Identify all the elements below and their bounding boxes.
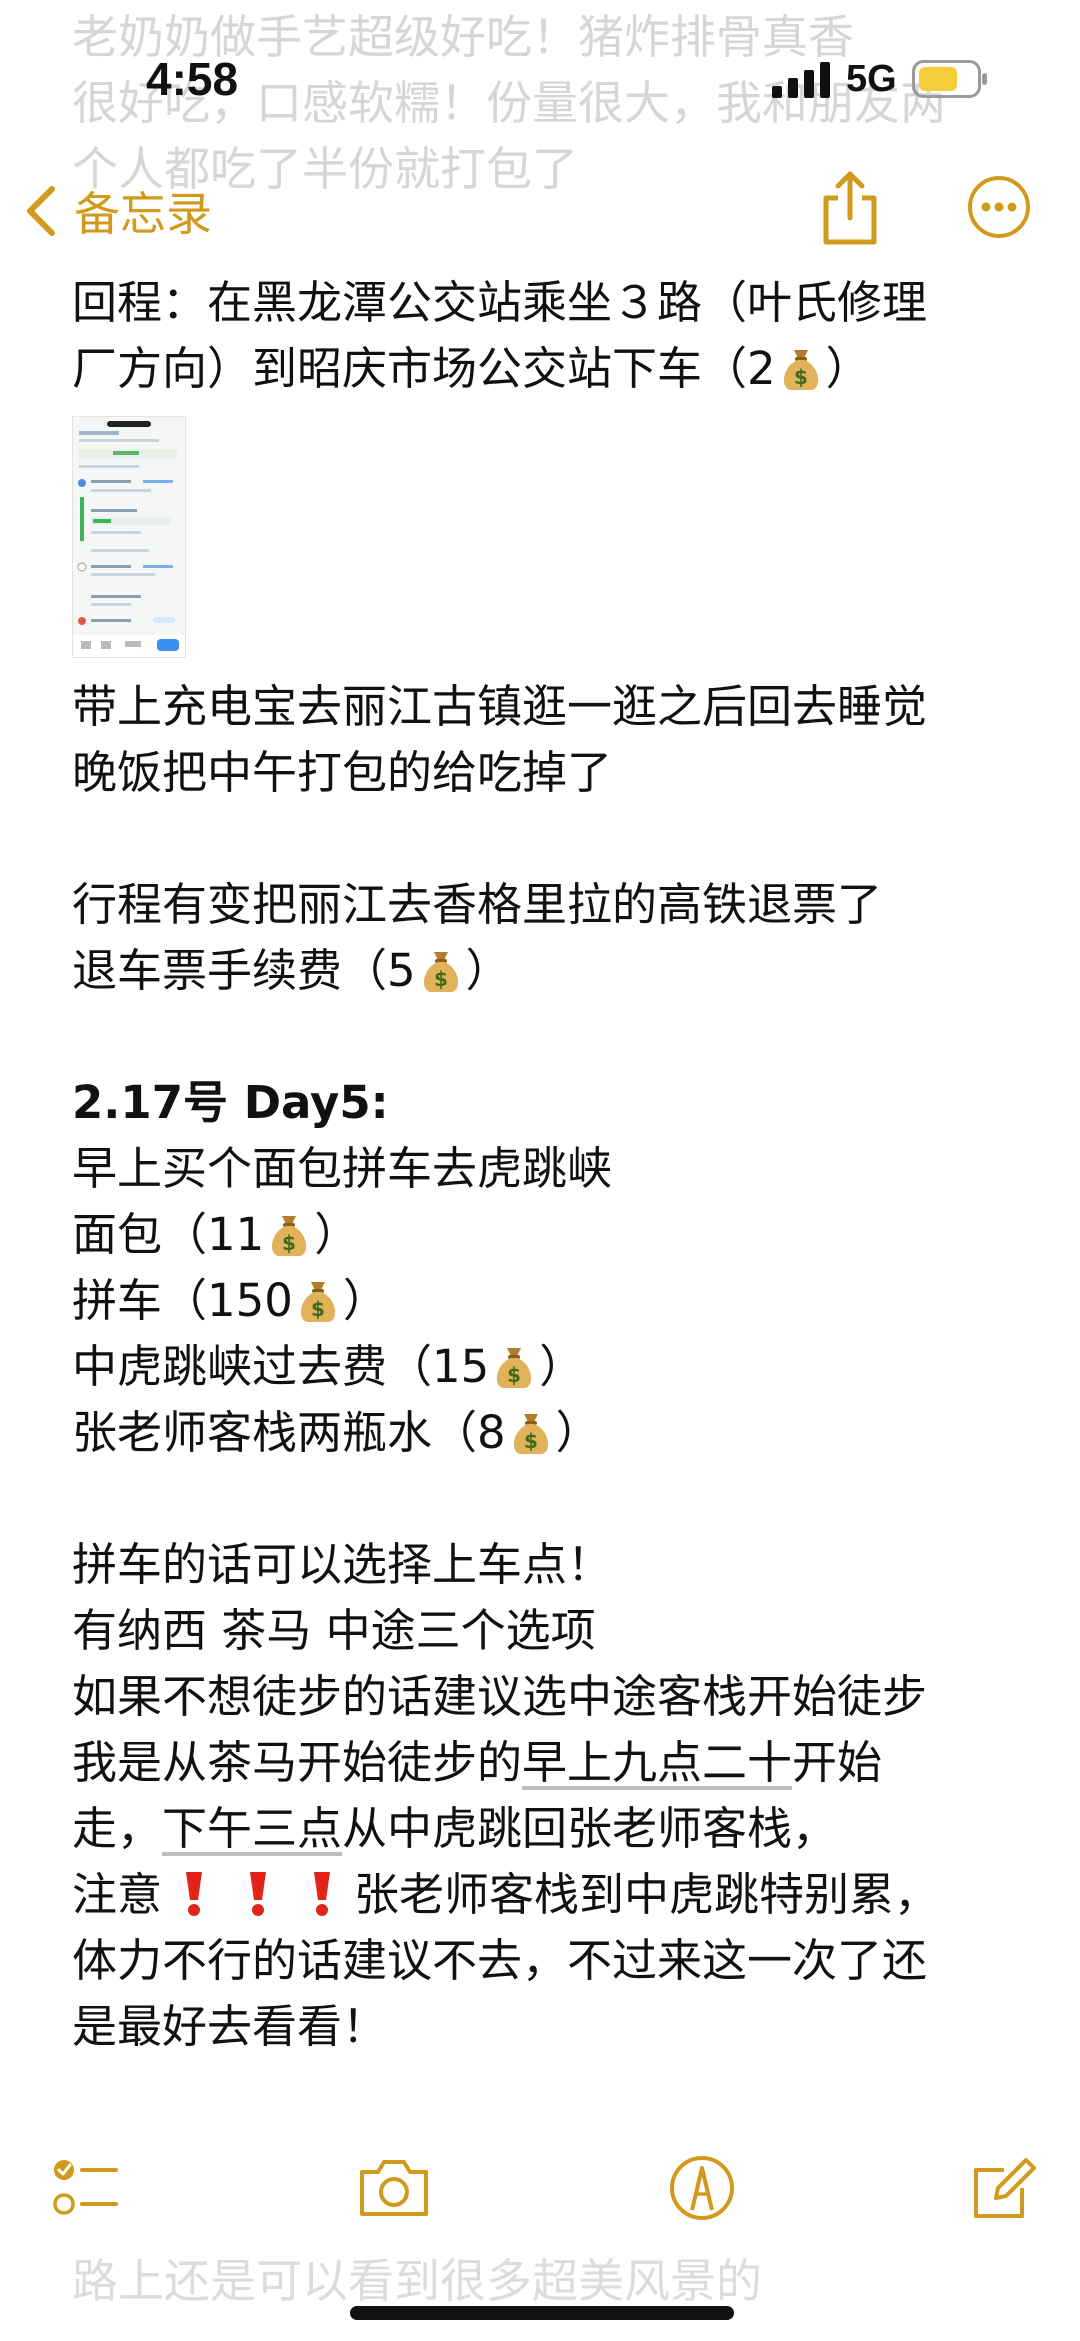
underlined-time: 早上九点二十: [522, 1736, 793, 1789]
note-text: 厂方向）到昭庆市场公交站下车（2: [72, 342, 776, 395]
status-time: 4:58: [146, 53, 239, 105]
scrolled-content-bottom: 路上还是可以看到很多超美风景的: [72, 2248, 1032, 2314]
exclamation-icon: [302, 1868, 342, 1918]
note-line: 带上充电宝去丽江古镇逛一逛之后回去睡觉: [72, 680, 928, 733]
note-text: 走，: [72, 1802, 163, 1855]
navigation-bar: 备忘录: [0, 160, 1080, 260]
battery-icon: [912, 60, 987, 98]
money-bag-icon: [778, 344, 824, 392]
share-icon[interactable]: [818, 168, 882, 248]
note-text: 从中虎跳回张老师客栈，: [342, 1802, 838, 1855]
note-text: 开始: [792, 1736, 883, 1789]
note-text: 退车票手续费（5: [72, 944, 416, 997]
status-bar: 4:58 5G: [0, 0, 1080, 160]
note-text: ）: [539, 1340, 585, 1393]
camera-icon[interactable]: [354, 2148, 434, 2228]
exclamation-icon: [174, 1868, 214, 1918]
day-heading: 2.17号 Day5:: [72, 1076, 389, 1129]
note-line: 走，下午三点从中虎跳回张老师客栈，: [72, 1796, 1032, 1862]
route-map-image: [73, 417, 185, 657]
note-text: 中虎跳峡过去费（15: [72, 1340, 490, 1393]
underlined-time: 下午三点: [162, 1802, 343, 1855]
network-type: 5G: [846, 58, 897, 100]
note-body[interactable]: 回程：在黑龙潭公交站乘坐３路（叶氏修理 厂方向）到昭庆市场公交站下车（2 ） 带上…: [72, 270, 1032, 2060]
expense-line: 中虎跳峡过去费（15 ）: [72, 1334, 1032, 1400]
note-text: 面包（11: [72, 1208, 265, 1261]
note-text: ）: [825, 342, 871, 395]
note-line: 晚饭把中午打包的给吃掉了: [72, 746, 613, 799]
expense-line: 面包（11 ）: [72, 1202, 1032, 1268]
checklist-icon[interactable]: [46, 2148, 126, 2228]
note-line: 有纳西 茶马 中途三个选项: [72, 1604, 596, 1657]
back-label: 备忘录: [74, 187, 212, 241]
note-text: 拼车（150: [72, 1274, 293, 1327]
note-text: ）: [465, 944, 511, 997]
note-line: 回程：在黑龙潭公交站乘坐３路（叶氏修理: [72, 276, 928, 329]
note-text: 张老师客栈到中虎跳特别累，: [354, 1868, 940, 1921]
markup-pen-icon[interactable]: [662, 2148, 742, 2228]
more-options-icon[interactable]: [966, 174, 1032, 240]
money-bag-icon: [508, 1408, 554, 1456]
note-line: 注意 张老师客栈到中虎跳特别累，: [72, 1862, 1032, 1928]
ghost-line: 路上还是可以看到很多超美风景的: [72, 2254, 762, 2308]
note-text: 我是从茶马开始徒步的: [72, 1736, 523, 1789]
bottom-toolbar: [0, 2140, 1080, 2240]
cellular-signal-icon: [772, 62, 830, 98]
note-line: 是最好去看看！: [72, 2000, 388, 2053]
chevron-left-icon: [27, 186, 55, 236]
expense-line: 张老师客栈两瓶水（8 ）: [72, 1400, 1032, 1466]
note-line: 厂方向）到昭庆市场公交站下车（2 ）: [72, 336, 1032, 402]
note-text: ）: [342, 1274, 388, 1327]
exclamation-icon: [238, 1868, 278, 1918]
note-line: 如果不想徒步的话建议选中途客栈开始徒步: [72, 1670, 928, 1723]
note-text: 注意: [72, 1868, 163, 1921]
money-bag-icon: [266, 1210, 312, 1258]
money-bag-icon: [418, 946, 464, 994]
note-text: ）: [314, 1208, 360, 1261]
money-bag-icon: [491, 1342, 537, 1390]
note-line: 行程有变把丽江去香格里拉的高铁退票了: [72, 878, 883, 931]
back-button[interactable]: 备忘录: [22, 176, 212, 246]
note-line: 早上买个面包拼车去虎跳峡: [72, 1142, 613, 1195]
note-line: 我是从茶马开始徒步的早上九点二十开始: [72, 1730, 1032, 1796]
note-text: ）: [555, 1406, 601, 1459]
note-line: 拼车的话可以选择上车点！: [72, 1538, 613, 1591]
route-screenshot-thumbnail[interactable]: [72, 416, 186, 658]
home-indicator[interactable]: [350, 2306, 734, 2320]
compose-icon[interactable]: [964, 2148, 1044, 2228]
money-bag-icon: [295, 1276, 341, 1324]
note-text: 张老师客栈两瓶水（8: [72, 1406, 506, 1459]
note-line: 体力不行的话建议不去，不过来这一次了还: [72, 1934, 928, 1987]
note-line: 退车票手续费（5 ）: [72, 938, 1032, 1004]
expense-line: 拼车（150 ）: [72, 1268, 1032, 1334]
